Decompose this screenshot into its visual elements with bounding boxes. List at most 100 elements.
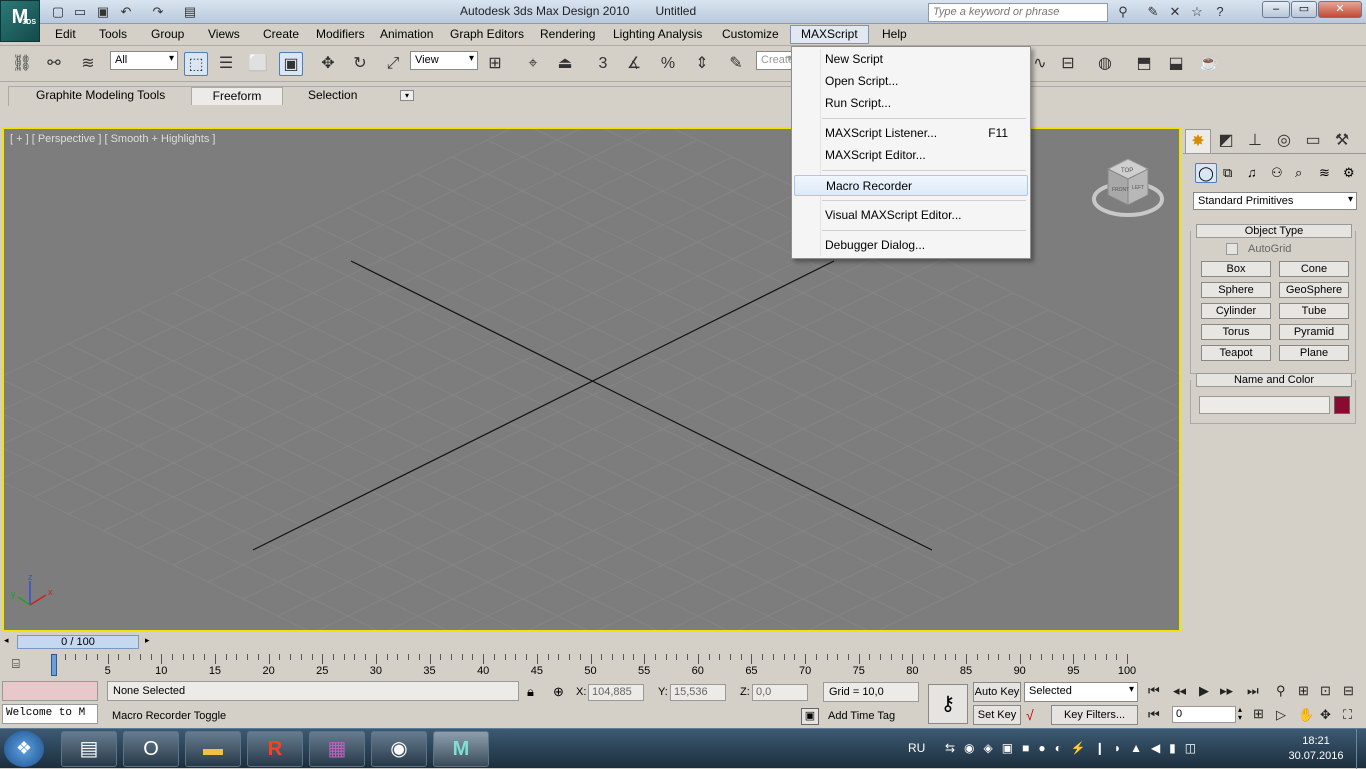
menu-views[interactable]: Views [208,27,240,41]
category-select[interactable]: Standard Primitives [1193,192,1357,210]
object-name-input[interactable] [1199,396,1330,414]
reference-coordinate-select[interactable]: View [410,51,478,70]
named-selection-input[interactable]: Create [756,51,796,70]
angle-snap-icon[interactable]: ∡ [622,52,646,76]
menu-edit[interactable]: Edit [55,27,76,41]
taskbar-steam-icon[interactable]: ◉ [371,731,427,767]
cameras-icon[interactable]: ⚇ [1271,165,1283,181]
menu-create[interactable]: Create [263,27,299,41]
app-logo-button[interactable]: M 3DS [0,0,40,42]
menu-graph-editors[interactable]: Graph Editors [450,27,524,41]
window-crossing-icon[interactable]: ▣ [279,52,303,76]
new-file-icon[interactable]: ▢ [48,3,68,21]
mini-curve-editor-icon[interactable]: ⌸ [12,656,20,672]
current-frame-input[interactable]: 0 [1172,706,1236,723]
rendered-frame-icon[interactable]: ⬓ [1164,52,1188,76]
maximize-viewport-icon[interactable]: ⛶ [1343,707,1352,723]
rect-selection-region-icon[interactable]: ⬜ [246,52,270,76]
viewport-label[interactable]: [ + ] [ Perspective ] [ Smooth + Highlig… [10,133,215,145]
next-frame-icon[interactable]: ▸▸ [1220,683,1233,699]
select-and-link-icon[interactable]: ⛓ [10,52,34,76]
menu-item-maxscript-listener[interactable]: MAXScript Listener... F11 [794,123,1028,144]
autogrid-checkbox[interactable] [1226,243,1238,255]
render-setup-icon[interactable]: ⬒ [1132,52,1156,76]
save-file-icon[interactable]: ▣ [93,3,113,21]
taskbar-explorer-icon[interactable]: ▬ [185,731,241,767]
select-and-rotate-icon[interactable]: ↻ [348,52,372,76]
close-button[interactable]: ✕ [1318,1,1362,18]
set-key-button[interactable]: Set Key [973,705,1021,725]
play-icon[interactable]: ▶ [1199,683,1209,699]
select-object-icon[interactable]: ⬚ [184,52,208,76]
x-coord-field[interactable]: 104,885 [588,684,644,701]
system-clock[interactable]: 18:21 30.07.2016 [1286,734,1346,764]
menu-item-run-script[interactable]: Run Script... [794,93,1028,114]
teapot-button[interactable]: Teapot [1201,345,1271,361]
systems-icon[interactable]: ⚙ [1343,165,1355,181]
zoom-all-icon[interactable]: ⊞ [1298,683,1309,699]
maxscript-mini-listener[interactable]: Welcome to M [2,704,98,724]
unlink-selection-icon[interactable]: ⚯ [42,52,66,76]
time-slider[interactable]: 0 / 100 [17,635,139,649]
orbit-icon[interactable]: ✥ [1320,707,1331,723]
menu-item-open-script[interactable]: Open Script... [794,71,1028,92]
field-of-view-icon[interactable]: ▷ [1276,707,1286,723]
curve-editor-icon[interactable]: ∿ [1028,52,1052,76]
pyramid-button[interactable]: Pyramid [1279,324,1349,340]
taskbar-r-app-icon[interactable]: R [247,731,303,767]
tray-icons[interactable]: ⇆◉◈▣■●◐⚡❙◗▲◀▮◫ [945,741,1205,755]
menu-lighting-analysis[interactable]: Lighting Analysis [613,27,702,41]
zoom-extents-all-icon[interactable]: ⊟ [1343,683,1354,699]
add-time-tag[interactable]: Add Time Tag [823,707,919,727]
menu-customize[interactable]: Customize [722,27,779,41]
menu-item-maxscript-editor[interactable]: MAXScript Editor... [794,145,1028,166]
track-bar[interactable]: ⌸ 05101520253035404550556065707580859095… [0,652,1145,678]
menu-item-macro-recorder[interactable]: Macro Recorder [794,175,1028,196]
tube-button[interactable]: Tube [1279,303,1349,319]
ribbon-options-chevron-icon[interactable]: ▾ [400,90,414,101]
menu-group[interactable]: Group [151,27,184,41]
current-frame-marker[interactable] [51,654,57,676]
utilities-tab-icon[interactable]: ⚒ [1329,129,1355,153]
time-tag-icon[interactable]: ▣ [801,708,819,725]
key-filters-button[interactable]: Key Filters... [1051,705,1138,725]
show-desktop-button[interactable] [1356,729,1366,769]
open-file-icon[interactable]: ▭ [70,3,90,21]
communication-icon[interactable]: ✕ [1165,3,1185,21]
help-icon[interactable]: ? [1210,3,1230,21]
menu-rendering[interactable]: Rendering [540,27,595,41]
spinner-snap-icon[interactable]: ⇕ [690,52,714,76]
selection-filter-select[interactable]: All [110,51,178,70]
favorites-icon[interactable]: ☆ [1187,3,1207,21]
lights-icon[interactable]: ♫ [1247,165,1257,180]
project-folder-icon[interactable]: ▤ [180,3,200,21]
select-and-move-icon[interactable]: ✥ [316,52,340,76]
sphere-button[interactable]: Sphere [1201,282,1271,298]
frame-spinner-icon[interactable]: ▴ ▾ [1238,706,1242,722]
box-button[interactable]: Box [1201,261,1271,277]
geometry-icon[interactable]: ◯ [1195,163,1217,183]
menu-item-debugger-dialog[interactable]: Debugger Dialog... [794,235,1028,256]
auto-key-button[interactable]: Auto Key [973,682,1021,702]
cone-button[interactable]: Cone [1279,261,1349,277]
snaps-toggle-icon[interactable]: 3 [591,52,615,76]
menu-modifiers[interactable]: Modifiers [316,27,365,41]
zoom-icon[interactable]: ⚲ [1276,683,1286,699]
maxscript-mini-listener-pink[interactable] [2,681,98,701]
taskbar-opera-icon[interactable]: O [123,731,179,767]
tab-selection[interactable]: Selection [300,87,365,105]
subscription-icon[interactable]: ✎ [1143,3,1163,21]
pivot-center-icon[interactable]: ⊞ [483,52,507,76]
z-coord-field[interactable]: 0,0 [752,684,808,701]
search-input[interactable]: Type a keyword or phrase [928,3,1108,22]
viewcube-icon[interactable]: TOP FRONT LEFT [1092,158,1164,217]
geosphere-button[interactable]: GeoSphere [1279,282,1349,298]
menu-tools[interactable]: Tools [99,27,127,41]
display-tab-icon[interactable]: ▭ [1300,129,1326,153]
material-editor-icon[interactable]: ◍ [1093,52,1117,76]
key-mode-toggle-icon[interactable]: ⏮ [1148,707,1160,723]
tab-graphite-modeling-tools[interactable]: Graphite Modeling Tools [28,87,173,105]
schematic-view-icon[interactable]: ⊟ [1056,52,1080,76]
redo-icon[interactable]: ↷ [148,3,168,21]
torus-button[interactable]: Torus [1201,324,1271,340]
